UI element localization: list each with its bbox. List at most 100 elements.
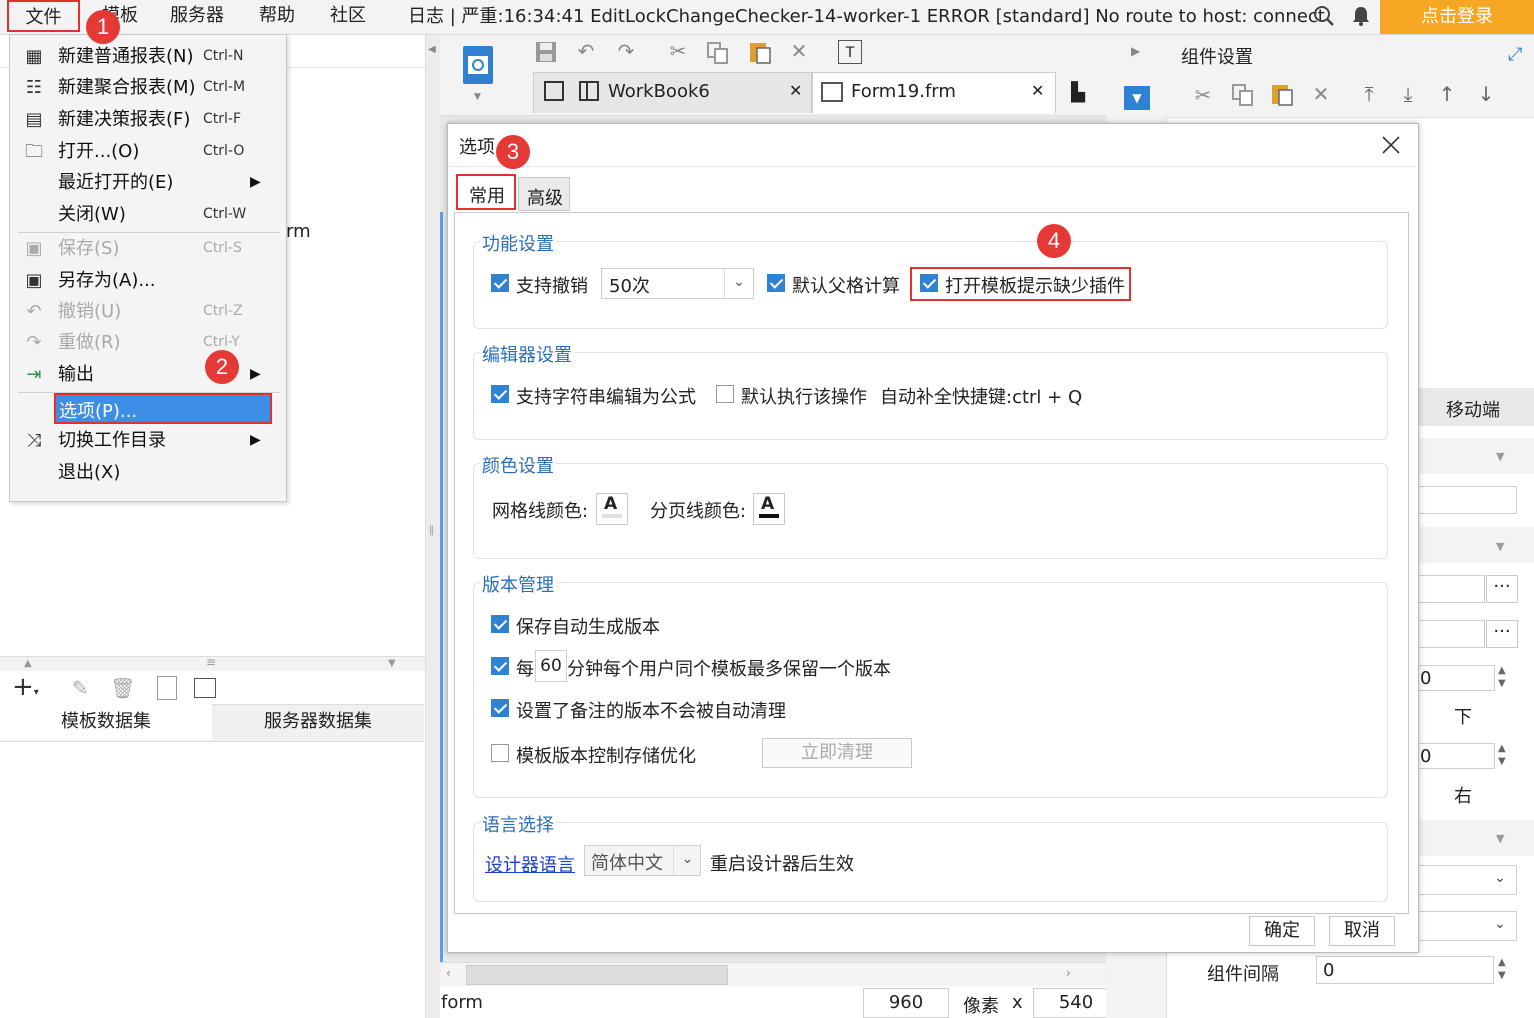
tab-advanced[interactable]: 高级: [518, 177, 570, 211]
per-user-checkbox[interactable]: [491, 657, 509, 675]
menu-redo[interactable]: ↷ 重做(R) Ctrl-Y: [10, 327, 286, 358]
prop-row-3-toggle-icon[interactable]: ▼: [1496, 832, 1504, 845]
widget-paste-icon[interactable]: [1269, 81, 1295, 107]
scroll-right-icon[interactable]: ›: [1066, 966, 1071, 980]
menu-file[interactable]: 文件: [7, 0, 80, 32]
default-exec-checkbox[interactable]: [716, 385, 734, 403]
copy-icon[interactable]: [706, 41, 730, 65]
prop-select-2-chevron-down-icon[interactable]: ⌄: [1494, 916, 1506, 932]
palette-dropdown-icon[interactable]: ▼: [474, 92, 481, 102]
undo-count-select[interactable]: 50次 ⌄: [601, 268, 754, 299]
spinner-1-arrows-icon[interactable]: ▲ ▼: [1498, 664, 1506, 690]
canvas-width-input[interactable]: 960: [863, 988, 949, 1018]
menu-exit[interactable]: 退出(X): [10, 457, 286, 488]
widget-delete-icon[interactable]: ✕: [1308, 81, 1334, 107]
drag-handle[interactable]: ‖: [429, 525, 434, 536]
menu-save-as[interactable]: ▣ 另存为(A)...: [10, 265, 286, 296]
gap-spinner-arrows-icon[interactable]: ▲ ▼: [1498, 956, 1506, 982]
login-button[interactable]: 点击登录: [1380, 0, 1534, 34]
move-up-icon[interactable]: ↑: [1434, 81, 1460, 107]
edit-icon[interactable]: ✎: [72, 676, 89, 700]
noted-checkbox[interactable]: [491, 699, 509, 717]
widget-cut-icon[interactable]: ✂: [1190, 82, 1216, 108]
widget-palette-icon[interactable]: [460, 44, 496, 88]
tab-list-icon[interactable]: ▙: [1060, 78, 1096, 108]
dialog-close-icon[interactable]: [1380, 134, 1402, 156]
menu-export[interactable]: ⇥ 输出 ▶: [10, 359, 286, 390]
tab-workbook-close-icon[interactable]: ✕: [789, 81, 802, 100]
menu-community[interactable]: 社区: [330, 0, 366, 34]
splitter-grip-icon[interactable]: ≡: [206, 655, 216, 669]
clean-now-button[interactable]: 立即清理: [762, 738, 912, 768]
menu-new-normal-report[interactable]: ▦ 新建普通报表(N) Ctrl-N: [10, 41, 286, 72]
prop-select-1-chevron-down-icon[interactable]: ⌄: [1494, 870, 1506, 886]
menu-server[interactable]: 服务器: [170, 0, 224, 34]
prop-input-3[interactable]: [1417, 620, 1485, 648]
parent-calc-checkbox[interactable]: [767, 274, 785, 292]
menu-new-decision-report[interactable]: ▤ 新建决策报表(F) Ctrl-F: [10, 104, 286, 135]
cancel-button[interactable]: 取消: [1329, 916, 1395, 946]
move-down-icon[interactable]: ↓: [1473, 81, 1499, 107]
widget-dropdown-icon[interactable]: ▼: [1124, 86, 1150, 110]
redo-icon[interactable]: ↷: [613, 38, 639, 64]
menu-options[interactable]: 选项(P)...: [54, 393, 272, 424]
page-color-button[interactable]: A: [753, 493, 785, 525]
search-icon[interactable]: [1313, 5, 1335, 27]
collapse-right-icon[interactable]: ▶: [1131, 44, 1140, 58]
move-top-icon[interactable]: ⤒: [1356, 81, 1382, 107]
tab-form-close-icon[interactable]: ✕: [1031, 81, 1044, 100]
tab-general[interactable]: 常用: [456, 174, 516, 210]
menu-close[interactable]: 关闭(W) Ctrl-W: [10, 199, 286, 230]
tab-form[interactable]: Form19.frm ✕: [812, 72, 1056, 113]
prop-input-2[interactable]: [1417, 575, 1485, 603]
scroll-left-icon[interactable]: ‹: [446, 966, 451, 980]
menu-save[interactable]: ▣ 保存(S) Ctrl-S: [10, 233, 286, 264]
tab-server-dataset[interactable]: 服务器数据集: [212, 704, 424, 740]
plugin-hint-checkbox[interactable]: [920, 274, 938, 292]
menu-switch-workdir[interactable]: ⤨ 切换工作目录 ▶: [10, 425, 286, 456]
preview-icon[interactable]: [157, 676, 177, 700]
tab-workbook[interactable]: WorkBook6 ✕: [533, 72, 812, 113]
add-dataset-icon[interactable]: +▾: [12, 674, 39, 706]
cut-icon[interactable]: ✂: [665, 38, 691, 64]
gap-input[interactable]: 0: [1316, 956, 1494, 984]
tab-mobile[interactable]: 移动端: [1446, 396, 1500, 422]
save-icon[interactable]: [533, 39, 559, 65]
prop-more-button-1[interactable]: ···: [1486, 575, 1518, 603]
undo-checkbox[interactable]: [491, 274, 509, 292]
optimize-checkbox[interactable]: [491, 744, 509, 762]
formula-checkbox[interactable]: [491, 385, 509, 403]
paste-icon[interactable]: [747, 39, 773, 65]
prop-spinner-2[interactable]: 0: [1417, 743, 1495, 769]
prop-row-2-toggle-icon[interactable]: ▼: [1496, 540, 1504, 553]
scroll-thumb[interactable]: [466, 965, 728, 985]
auto-version-checkbox[interactable]: [491, 615, 509, 633]
prop-more-button-2[interactable]: ···: [1486, 620, 1518, 648]
minutes-input[interactable]: 60: [535, 650, 567, 682]
grid-color-button[interactable]: A: [596, 493, 628, 525]
move-bottom-icon[interactable]: ⤓: [1395, 81, 1421, 107]
designer-language-link[interactable]: 设计器语言: [485, 851, 575, 877]
tab-template-dataset[interactable]: 模板数据集: [0, 704, 212, 740]
menu-recent[interactable]: 最近打开的(E) ▶: [10, 167, 286, 198]
dataset-setting-icon[interactable]: [194, 678, 216, 698]
prop-spinner-1[interactable]: 0: [1417, 665, 1495, 691]
language-select[interactable]: 简体中文 ⌄: [584, 845, 701, 876]
splitter-up-icon[interactable]: ▲: [24, 658, 32, 669]
expand-icon[interactable]: ⤢: [1508, 44, 1522, 65]
undo-icon[interactable]: ↶: [573, 38, 599, 64]
bell-icon[interactable]: [1350, 5, 1372, 27]
ok-button[interactable]: 确定: [1249, 916, 1315, 946]
menu-help[interactable]: 帮助: [259, 0, 295, 34]
delete-icon[interactable]: 🗑: [110, 676, 135, 700]
prop-input-1[interactable]: [1417, 486, 1517, 514]
widget-copy-icon[interactable]: [1231, 83, 1255, 107]
menu-undo[interactable]: ↶ 撤销(U) Ctrl-Z: [10, 296, 286, 327]
collapse-left-icon[interactable]: ◀: [428, 44, 436, 55]
spinner-2-arrows-icon[interactable]: ▲ ▼: [1498, 742, 1506, 768]
formula-icon[interactable]: T: [838, 40, 862, 64]
prop-row-1-toggle-icon[interactable]: ▼: [1496, 450, 1504, 463]
splitter-down-icon[interactable]: ▼: [388, 658, 396, 669]
menu-open[interactable]: 🗀 打开...(O) Ctrl-O: [10, 136, 286, 167]
menu-new-aggregate-report[interactable]: ☷ 新建聚合报表(M) Ctrl-M: [10, 72, 286, 103]
